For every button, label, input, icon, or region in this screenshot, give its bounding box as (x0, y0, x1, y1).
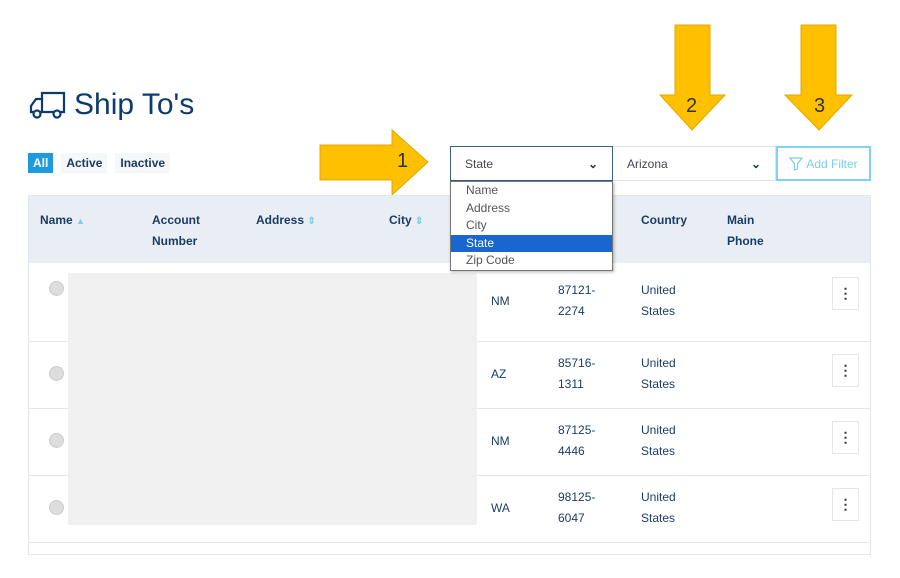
column-city[interactable]: City ⇕ (389, 210, 423, 232)
state-cell: NM (491, 294, 510, 308)
country-cell: United States (641, 353, 676, 395)
sort-icon: ⇕ (307, 216, 316, 227)
column-country: Country (641, 213, 687, 227)
filter-icon (789, 156, 804, 171)
column-number-label: Number (152, 234, 198, 248)
row-select-radio[interactable] (49, 500, 64, 515)
country-part: States (641, 304, 676, 318)
row-menu-button[interactable]: ⋮ (832, 488, 859, 521)
column-account-number: Account Number (152, 210, 200, 252)
row-select-radio[interactable] (49, 433, 64, 448)
page-header: Ship To's (28, 88, 194, 122)
country-part: States (641, 511, 676, 525)
row-menu-button[interactable]: ⋮ (832, 421, 859, 454)
row-menu-button[interactable]: ⋮ (832, 354, 859, 387)
option-zip-code[interactable]: Zip Code (451, 252, 612, 270)
zip-part: 98125- (558, 490, 596, 504)
chevron-down-icon: ⌄ (750, 156, 761, 171)
column-city-label: City (389, 213, 412, 227)
redacted-area (68, 273, 477, 525)
zip-part: 1311 (558, 377, 584, 391)
column-address[interactable]: Address ⇕ (256, 210, 316, 232)
annotation-label-2: 2 (686, 95, 698, 117)
arrow-1 (319, 128, 429, 197)
country-part: United (641, 423, 676, 437)
zip-part: 87125- (558, 423, 596, 437)
zip-part: 6047 (558, 511, 585, 525)
filter-value-text: Arizona (627, 156, 668, 171)
sort-icon: ⇕ (415, 216, 424, 227)
column-name[interactable]: Name ▲ (40, 210, 85, 232)
column-address-label: Address (256, 213, 305, 227)
filter-field-select[interactable]: State ⌄ (450, 146, 613, 181)
tab-active[interactable]: Active (61, 153, 108, 173)
chevron-down-icon: ⌄ (587, 156, 598, 171)
country-cell: United States (641, 420, 676, 462)
add-filter-label: Add Filter (806, 156, 858, 171)
option-name[interactable]: Name (451, 182, 612, 200)
zip-cell: 87121- 2274 (558, 280, 595, 322)
state-cell: NM (491, 434, 510, 448)
column-main-phone: Main Phone (727, 210, 764, 252)
column-main-label: Main (727, 213, 755, 227)
filter-field-dropdown: Name Address City State Zip Code (450, 181, 613, 271)
country-part: United (641, 490, 676, 504)
filter-field-value: State (465, 156, 494, 171)
country-part: United (641, 356, 676, 370)
zip-part: 87121- (558, 283, 596, 297)
zip-part: 4446 (558, 444, 585, 458)
column-phone-label: Phone (727, 234, 764, 248)
status-tabs: All Active Inactive (28, 153, 171, 173)
country-part: States (641, 444, 676, 458)
zip-cell: 87125- 4446 (558, 420, 595, 462)
filter-value-select[interactable]: Arizona ⌄ (613, 146, 776, 181)
state-cell: AZ (491, 367, 507, 381)
add-filter-button[interactable]: Add Filter (776, 146, 871, 181)
sort-asc-icon: ▲ (76, 216, 85, 226)
country-part: States (641, 377, 676, 391)
country-cell: United States (641, 280, 676, 322)
tab-all[interactable]: All (28, 153, 54, 173)
option-city[interactable]: City (451, 217, 612, 235)
country-cell: United States (641, 487, 676, 529)
tab-inactive[interactable]: Inactive (115, 153, 171, 173)
column-name-label: Name (40, 213, 73, 227)
annotation-label-1: 1 (397, 150, 409, 172)
annotation-label-3: 3 (814, 95, 826, 117)
row-menu-button[interactable]: ⋮ (832, 277, 859, 310)
option-state[interactable]: State (451, 234, 612, 252)
zip-cell: 98125- 6047 (558, 487, 595, 529)
option-address[interactable]: Address (451, 200, 612, 218)
zip-cell: 85716- 1311 (558, 353, 595, 395)
zip-part: 85716- (558, 356, 596, 370)
zip-part: 2274 (558, 304, 585, 318)
row-select-radio[interactable] (49, 366, 64, 381)
page-title: Ship To's (74, 88, 195, 121)
country-part: United (641, 283, 676, 297)
truck-icon (29, 91, 66, 119)
row-select-radio[interactable] (49, 281, 64, 296)
state-cell: WA (491, 501, 510, 515)
column-account-label: Account (152, 213, 200, 227)
